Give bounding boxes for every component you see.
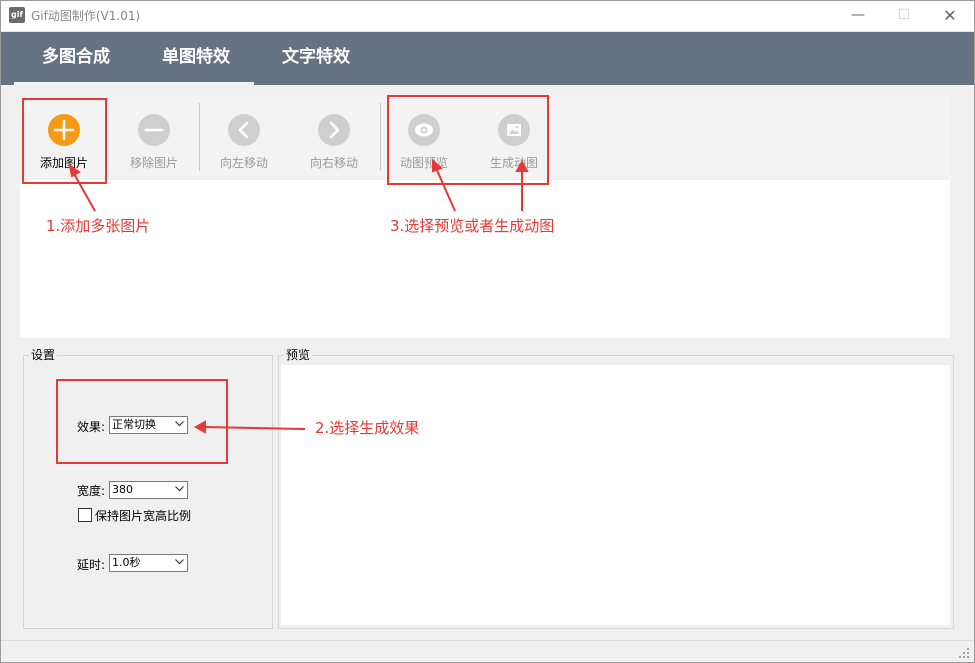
app-icon: gif bbox=[9, 7, 25, 23]
move-right-label: 向右移动 bbox=[309, 156, 358, 170]
width-select[interactable]: 380 bbox=[109, 481, 188, 499]
chevron-down-icon bbox=[175, 559, 184, 565]
annotation-step2: 2.选择生成效果 bbox=[315, 419, 420, 437]
status-bar bbox=[1, 640, 974, 663]
title-bar bbox=[0, 0, 975, 32]
tab-single-image[interactable]: 单图特效 bbox=[141, 32, 251, 85]
chevron-down-icon bbox=[175, 486, 184, 492]
window-title: Gif动图制作(V1.01) bbox=[31, 9, 141, 23]
delay-label: 延时: bbox=[77, 558, 106, 572]
annotation-box-add-image bbox=[22, 98, 107, 184]
toolbar-separator bbox=[380, 103, 381, 171]
width-select-value: 380 bbox=[112, 483, 133, 496]
remove-image-label: 移除图片 bbox=[129, 156, 178, 170]
maximize-button[interactable]: ☐ bbox=[881, 0, 927, 31]
tab-bar: 多图合成 单图特效 文字特效 bbox=[1, 32, 974, 85]
chevron-left-icon bbox=[228, 114, 260, 146]
settings-group-title: 设置 bbox=[29, 346, 58, 363]
image-list[interactable] bbox=[20, 180, 950, 338]
move-left-button[interactable]: 向左移动 bbox=[202, 100, 286, 176]
width-label: 宽度: bbox=[77, 484, 106, 498]
resize-grip-icon[interactable] bbox=[958, 647, 970, 659]
delay-select-value: 1.0秒 bbox=[112, 556, 141, 569]
delay-select[interactable]: 1.0秒 bbox=[109, 554, 188, 572]
tab-multi-image[interactable]: 多图合成 bbox=[21, 32, 131, 85]
annotation-step3: 3.选择预览或者生成动图 bbox=[390, 217, 555, 235]
annotation-step1: 1.添加多张图片 bbox=[46, 217, 151, 235]
keep-ratio-label[interactable]: 保持图片宽高比例 bbox=[95, 507, 191, 524]
annotation-box-preview-generate bbox=[387, 95, 549, 185]
preview-canvas bbox=[281, 365, 950, 625]
minimize-button[interactable]: — bbox=[835, 0, 881, 31]
remove-image-button[interactable]: 移除图片 bbox=[112, 100, 196, 176]
move-right-button[interactable]: 向右移动 bbox=[292, 100, 376, 176]
move-left-label: 向左移动 bbox=[219, 156, 268, 170]
chevron-right-icon bbox=[318, 114, 350, 146]
preview-group-title: 预览 bbox=[284, 346, 313, 363]
annotation-box-effect bbox=[56, 379, 228, 464]
keep-ratio-checkbox[interactable] bbox=[78, 508, 92, 522]
toolbar-separator bbox=[199, 103, 200, 171]
tab-text-effect[interactable]: 文字特效 bbox=[261, 32, 371, 85]
close-button[interactable]: ✕ bbox=[927, 0, 973, 31]
minus-icon bbox=[138, 114, 170, 146]
